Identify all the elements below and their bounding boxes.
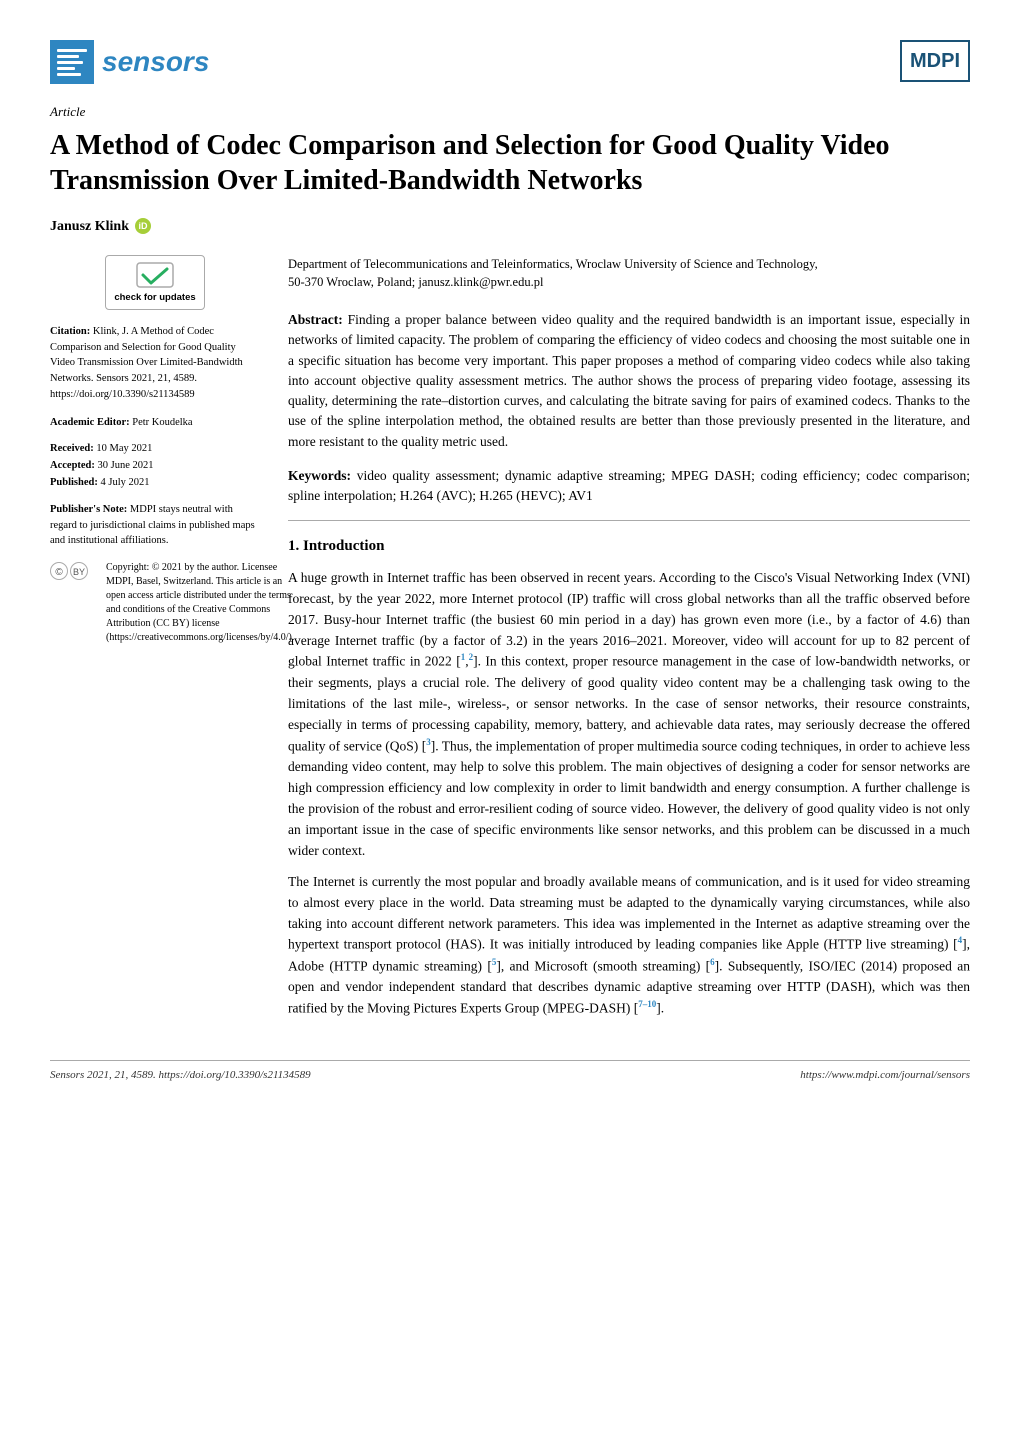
- cc-icon: © BY: [50, 562, 98, 580]
- article-title: A Method of Codec Comparison and Selecti…: [50, 128, 970, 198]
- accepted-date: 30 June 2021: [98, 460, 154, 471]
- ref-3[interactable]: 3: [426, 737, 431, 747]
- affiliation-line2: 50-370 Wroclaw, Poland; janusz.klink@pwr…: [288, 275, 543, 289]
- sensors-logo[interactable]: sensors: [50, 40, 209, 84]
- accepted-label: Accepted:: [50, 460, 95, 471]
- svg-text:©: ©: [55, 567, 63, 578]
- intro-para2: The Internet is currently the most popul…: [288, 872, 970, 1020]
- received-date: 10 May 2021: [96, 443, 152, 454]
- sensors-logo-icon: [50, 40, 94, 84]
- ref-5[interactable]: 5: [492, 957, 497, 967]
- sensors-logo-text: sensors: [102, 41, 209, 83]
- dates-block: Received: 10 May 2021 Accepted: 30 June …: [50, 441, 260, 491]
- svg-text:BY: BY: [73, 567, 85, 577]
- academic-editor-block: Academic Editor: Petr Koudelka: [50, 415, 260, 432]
- published-label: Published:: [50, 477, 98, 488]
- abstract-label: Abstract:: [288, 312, 343, 327]
- intro-heading: 1. Introduction: [288, 535, 970, 558]
- left-column: check for updates Citation: Klink, J. A …: [50, 255, 260, 1030]
- check-updates-text: check for updates: [114, 292, 195, 304]
- copyright-text: Copyright: © 2021 by the author. License…: [106, 561, 294, 645]
- published-date: 4 July 2021: [100, 477, 149, 488]
- check-updates-icon: [135, 261, 175, 289]
- ref-2[interactable]: 2: [469, 652, 474, 662]
- intro-para1: A huge growth in Internet traffic has be…: [288, 568, 970, 862]
- mdpi-logo[interactable]: MDPI: [900, 40, 970, 82]
- page-header: sensors MDPI: [50, 40, 970, 84]
- publisher-note-label: Publisher's Note:: [50, 504, 127, 515]
- right-column: Department of Telecommunications and Tel…: [288, 255, 970, 1030]
- ref-1[interactable]: 1: [461, 652, 466, 662]
- section-divider: [288, 520, 970, 521]
- received-label: Received:: [50, 443, 94, 454]
- page-footer: Sensors 2021, 21, 4589. https://doi.org/…: [50, 1060, 970, 1084]
- citation-block: Citation: Klink, J. A Method of Codec Co…: [50, 324, 260, 403]
- abstract-text: Abstract: Finding a proper balance betwe…: [288, 310, 970, 452]
- authors: Janusz Klink iD: [50, 216, 970, 237]
- footer-right: https://www.mdpi.com/journal/sensors: [800, 1067, 970, 1084]
- keywords-label: Keywords:: [288, 468, 351, 483]
- orcid-icon[interactable]: iD: [135, 218, 151, 234]
- abstract-block: Abstract: Finding a proper balance betwe…: [288, 310, 970, 452]
- keywords-block: Keywords: video quality assessment; dyna…: [288, 466, 970, 507]
- author-name: Janusz Klink: [50, 216, 129, 237]
- ref-6[interactable]: 6: [710, 957, 715, 967]
- academic-editor-label: Academic Editor:: [50, 417, 130, 428]
- keywords-text: Keywords: video quality assessment; dyna…: [288, 466, 970, 507]
- footer-left: Sensors 2021, 21, 4589. https://doi.org/…: [50, 1067, 311, 1084]
- citation-label: Citation:: [50, 326, 90, 337]
- check-updates-badge[interactable]: check for updates: [50, 255, 260, 310]
- ref-4[interactable]: 4: [958, 935, 963, 945]
- cc-block: © BY Copyright: © 2021 by the author. Li…: [50, 561, 260, 645]
- article-label: Article: [50, 102, 970, 122]
- ref-7-10[interactable]: 7–10: [638, 999, 656, 1009]
- affiliation-line1: Department of Telecommunications and Tel…: [288, 257, 818, 271]
- affiliation-block: Department of Telecommunications and Tel…: [288, 255, 970, 293]
- publisher-note: Publisher's Note: MDPI stays neutral wit…: [50, 502, 260, 549]
- academic-editor-name: Petr Koudelka: [132, 417, 192, 428]
